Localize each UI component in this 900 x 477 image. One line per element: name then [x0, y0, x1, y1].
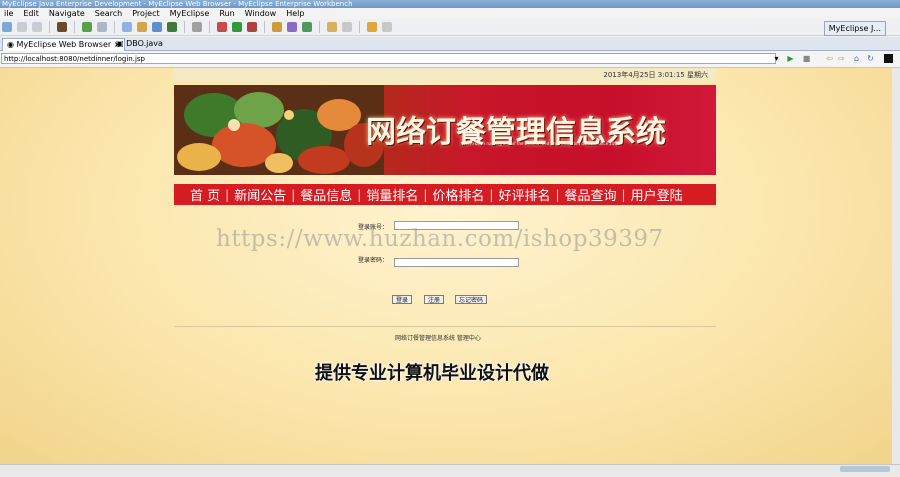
- password-input[interactable]: [394, 258, 519, 267]
- url-input[interactable]: http://localhost:8080/netdinner/login.js…: [1, 53, 776, 64]
- forward-icon[interactable]: [382, 22, 392, 32]
- nav-dish-search[interactable]: 餐品查询: [560, 185, 622, 204]
- toolbar-separator: [264, 21, 265, 33]
- deploy-icon[interactable]: [82, 22, 92, 32]
- web-service-icon[interactable]: [97, 22, 107, 32]
- refresh-icon[interactable]: ↻: [866, 54, 875, 63]
- hibernate-icon[interactable]: [152, 22, 162, 32]
- back-icon[interactable]: [367, 22, 377, 32]
- nav-price-rank[interactable]: 价格排名: [427, 185, 489, 204]
- perspective-switcher[interactable]: MyEclipse J...: [823, 21, 886, 36]
- main-toolbar: [0, 19, 900, 36]
- search-icon[interactable]: [342, 22, 352, 32]
- watermark-url: https://www.huzhan.com/ishop39397: [216, 226, 664, 252]
- caption-overlay: 提供专业计算机毕业设计代做: [315, 363, 549, 384]
- stop-icon[interactable]: ■: [802, 54, 811, 63]
- menu-edit[interactable]: Edit: [19, 8, 45, 19]
- forgot-password-button[interactable]: 忘记密码: [455, 295, 488, 304]
- food-image: [174, 85, 384, 175]
- tab-dbo-java[interactable]: ▣ DBO.java: [112, 38, 167, 50]
- vertical-scrollbar[interactable]: [892, 68, 900, 464]
- window-title: MyEclipse Java Enterprise Development - …: [0, 0, 900, 8]
- menu-search[interactable]: Search: [91, 8, 128, 19]
- toolbar-separator: [209, 21, 210, 33]
- new-icon[interactable]: [2, 22, 12, 32]
- toolbar-separator: [49, 21, 50, 33]
- editor-tabs: ◉ MyEclipse Web Browser × ▣ DBO.java: [0, 37, 900, 51]
- nav-user-login[interactable]: 用户登陆: [626, 185, 688, 204]
- external-tools-icon[interactable]: [247, 22, 257, 32]
- login-button[interactable]: 登录: [392, 295, 413, 304]
- server-icon[interactable]: [57, 22, 67, 32]
- banner-subtitle: have been running one of the busiest foo…: [464, 141, 620, 146]
- console-icon[interactable]: [192, 22, 202, 32]
- java-file-icon: ▣: [116, 39, 127, 48]
- toolbar-separator: [114, 21, 115, 33]
- menu-myeclipse[interactable]: MyEclipse: [166, 8, 216, 19]
- settings-icon[interactable]: ■: [884, 54, 893, 63]
- globe-icon: ◉: [7, 40, 17, 49]
- toolbar-separator: [319, 21, 320, 33]
- nav-home[interactable]: 首 页: [185, 185, 225, 204]
- back-icon[interactable]: ⇦: [825, 54, 834, 63]
- tab-label: MyEclipse Web Browser: [16, 40, 112, 49]
- register-button[interactable]: 注册: [424, 295, 445, 304]
- browser-viewport: 2013年4月25日 3:01:15 星期六 网络订餐管理信息系统 have b…: [0, 68, 900, 464]
- new-class-icon[interactable]: [272, 22, 282, 32]
- divider: [174, 326, 716, 327]
- dropdown-icon[interactable]: ▾: [772, 54, 781, 63]
- nav-news[interactable]: 新闻公告: [229, 185, 291, 204]
- menu-navigate[interactable]: Navigate: [45, 8, 91, 19]
- footer-text: 网络订餐管理信息系统 管理中心: [395, 335, 481, 342]
- date-display: 2013年4月25日 3:01:15 星期六: [174, 68, 716, 82]
- menu-run[interactable]: Run: [215, 8, 240, 19]
- forward-icon[interactable]: ⇨: [837, 54, 846, 63]
- menu-project[interactable]: Project: [128, 8, 165, 19]
- menu-help[interactable]: Help: [282, 8, 310, 19]
- home-icon[interactable]: ⌂: [852, 54, 861, 63]
- toolbar-separator: [184, 21, 185, 33]
- browser-toolbar: http://localhost:8080/netdinner/login.js…: [0, 51, 900, 68]
- menu-window[interactable]: Window: [241, 8, 283, 19]
- toolbar-separator: [74, 21, 75, 33]
- folder-icon[interactable]: [327, 22, 337, 32]
- toolbar-separator: [359, 21, 360, 33]
- open-type-icon[interactable]: [302, 22, 312, 32]
- spring-icon[interactable]: [167, 22, 177, 32]
- tab-label: DBO.java: [126, 39, 163, 48]
- run-icon[interactable]: [232, 22, 242, 32]
- new-package-icon[interactable]: [287, 22, 297, 32]
- password-label: 登录密码：: [358, 257, 389, 264]
- go-icon[interactable]: ▶: [786, 54, 795, 63]
- nav-rating-rank[interactable]: 好评排名: [493, 185, 555, 204]
- print-icon[interactable]: [32, 22, 42, 32]
- nav-dishes[interactable]: 餐品信息: [295, 185, 357, 204]
- debug-icon[interactable]: [217, 22, 227, 32]
- site-banner: 网络订餐管理信息系统 have been running one of the …: [174, 85, 716, 175]
- menu-file[interactable]: ile: [0, 8, 19, 19]
- ejb-icon[interactable]: [137, 22, 147, 32]
- web-project-icon[interactable]: [122, 22, 132, 32]
- nav-sales-rank[interactable]: 销量排名: [361, 185, 423, 204]
- save-icon[interactable]: [17, 22, 27, 32]
- main-nav: 首 页 | 新闻公告 | 餐品信息 | 销量排名 | 价格排名 | 好评排名 | 餐品查询 |…: [174, 184, 716, 205]
- status-progress: [840, 466, 890, 472]
- menu-bar: ile Edit Navigate Search Project MyEclip…: [0, 8, 900, 19]
- tab-web-browser[interactable]: ◉ MyEclipse Web Browser ×: [2, 38, 126, 51]
- status-bar: [0, 464, 900, 477]
